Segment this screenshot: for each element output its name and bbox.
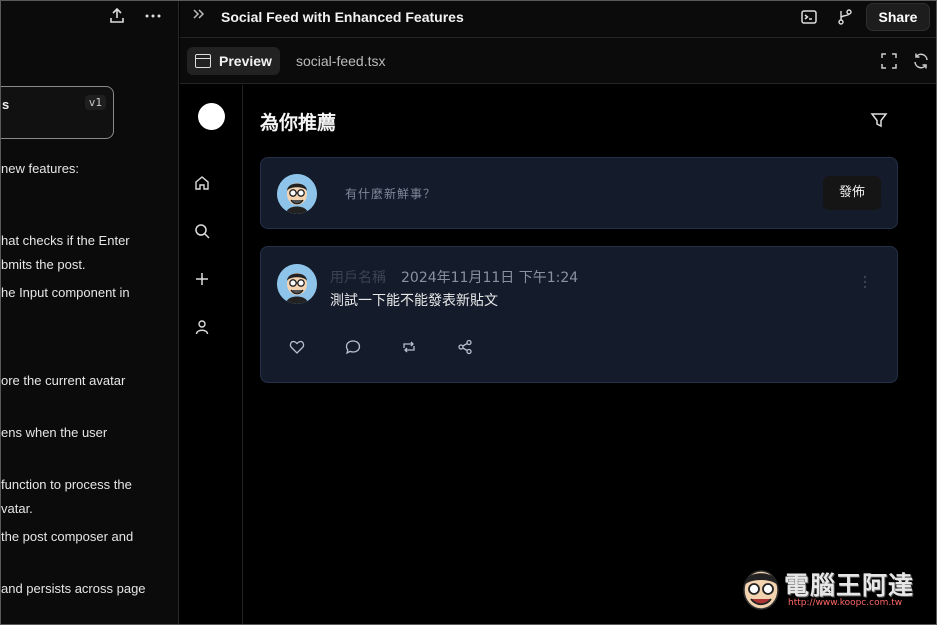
chat-text-line: vatar. bbox=[1, 501, 33, 516]
like-icon[interactable] bbox=[289, 339, 305, 355]
plus-icon[interactable] bbox=[194, 271, 212, 289]
avatar[interactable] bbox=[277, 264, 317, 304]
watermark: 電腦王阿達 http://www.koopc.com.tw bbox=[738, 560, 928, 616]
chat-text-line: hat checks if the Enter bbox=[1, 233, 130, 248]
share-button[interactable]: Share bbox=[866, 3, 930, 31]
comment-icon[interactable] bbox=[345, 339, 361, 355]
upload-icon[interactable] bbox=[107, 7, 127, 27]
feed-title: 為你推薦 bbox=[260, 112, 337, 134]
filter-icon[interactable] bbox=[870, 111, 888, 129]
profile-icon[interactable] bbox=[194, 319, 212, 337]
watermark-mascot-icon bbox=[743, 570, 779, 610]
chat-text-line: new features: bbox=[1, 161, 80, 176]
chat-text-line: ens when the user bbox=[1, 425, 108, 440]
app-window: s v1 new features: hat checks if the Ent… bbox=[0, 0, 937, 625]
expand-chevrons-icon[interactable] bbox=[192, 7, 206, 26]
artifact-header: Social Feed with Enhanced Features Share bbox=[180, 1, 936, 38]
search-icon[interactable] bbox=[194, 223, 212, 241]
watermark-text: 電腦王阿達 bbox=[784, 571, 915, 600]
preview-pane: 為你推薦 有什麼新鮮事？ 發佈 用戶名稱 2024年11月11日 下午1:24 … bbox=[180, 85, 936, 624]
post-content: 測試一下能不能發表新貼文 bbox=[330, 293, 498, 309]
artifact-tabbar: Preview social-feed.tsx bbox=[180, 38, 936, 84]
share-icon[interactable] bbox=[457, 339, 473, 355]
artifact-title: Social Feed with Enhanced Features bbox=[221, 9, 464, 25]
terminal-icon[interactable] bbox=[800, 8, 820, 28]
post-timestamp: 2024年11月11日 下午1:24 bbox=[401, 270, 579, 286]
chat-text-line: he Input component in bbox=[1, 285, 130, 300]
chat-text-line: bmits the post. bbox=[1, 257, 86, 272]
chat-toolbar bbox=[1, 1, 179, 33]
version-card-title: s bbox=[2, 97, 10, 112]
chat-text-line: the post composer and bbox=[1, 529, 134, 544]
chat-text-line: function to process the bbox=[1, 477, 132, 492]
chat-text-line: and persists across page bbox=[1, 581, 146, 596]
avatar[interactable] bbox=[277, 174, 317, 214]
post-username[interactable]: 用戶名稱 bbox=[330, 267, 386, 287]
repost-icon[interactable] bbox=[401, 339, 417, 355]
tab-preview-label: Preview bbox=[219, 53, 272, 69]
app-logo[interactable] bbox=[198, 103, 225, 130]
home-icon[interactable] bbox=[194, 175, 212, 193]
more-options-icon[interactable] bbox=[143, 7, 163, 27]
tab-preview[interactable]: Preview bbox=[187, 47, 280, 75]
chat-text-line: ore the current avatar bbox=[1, 373, 126, 388]
composer-input[interactable]: 有什麼新鮮事？ bbox=[345, 185, 436, 202]
post-composer: 有什麼新鮮事？ 發佈 bbox=[260, 157, 898, 229]
version-card[interactable]: s v1 bbox=[1, 86, 114, 139]
window-icon bbox=[195, 54, 211, 68]
fullscreen-icon[interactable] bbox=[880, 52, 898, 70]
branch-icon[interactable] bbox=[836, 8, 856, 28]
watermark-url: http://www.koopc.com.tw bbox=[788, 598, 903, 608]
refresh-icon[interactable] bbox=[912, 52, 930, 70]
version-badge: v1 bbox=[84, 95, 106, 110]
more-vertical-icon[interactable] bbox=[863, 275, 867, 289]
post-button[interactable]: 發佈 bbox=[823, 176, 881, 210]
chat-panel: s v1 new features: hat checks if the Ent… bbox=[1, 1, 179, 624]
tab-code-file[interactable]: social-feed.tsx bbox=[296, 53, 385, 69]
app-side-nav bbox=[180, 85, 243, 624]
post-card: 用戶名稱 2024年11月11日 下午1:24 測試一下能不能發表新貼文 bbox=[260, 246, 898, 383]
